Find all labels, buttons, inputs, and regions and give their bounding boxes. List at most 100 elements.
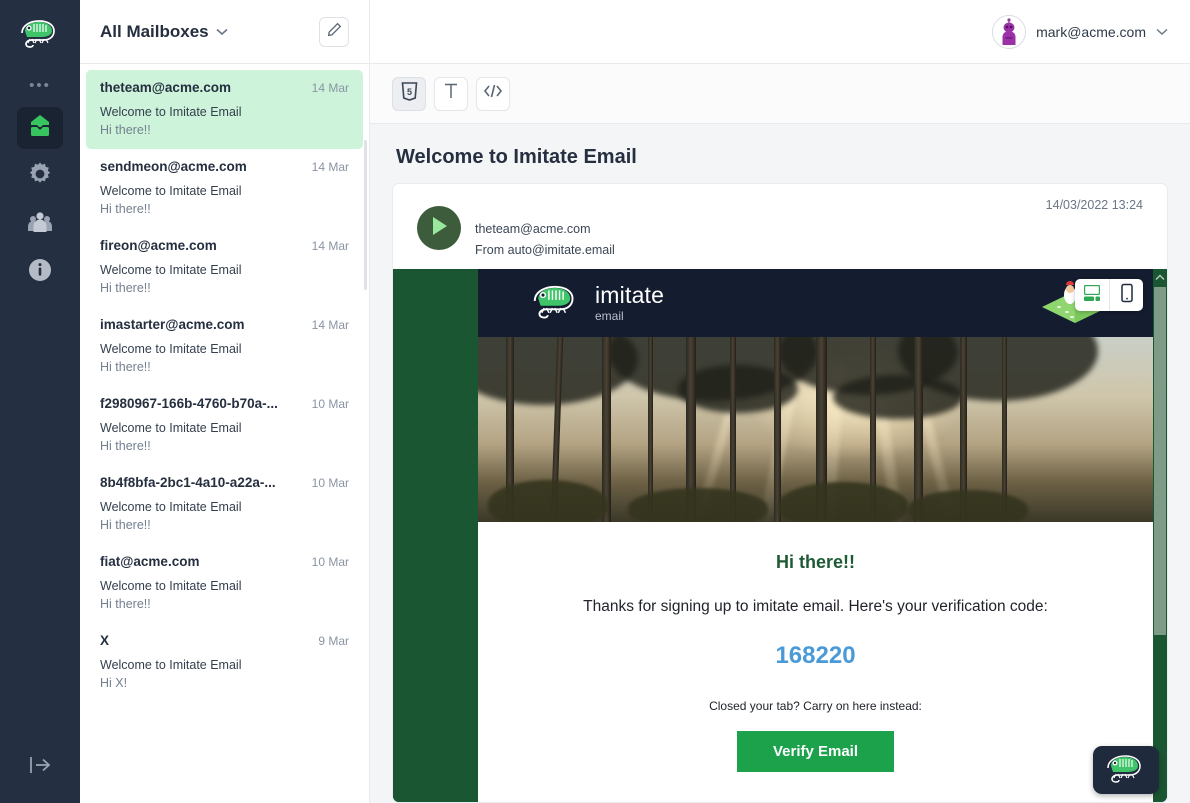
mail-list-scrollbar[interactable] bbox=[364, 140, 367, 290]
scroll-up-button[interactable] bbox=[1153, 269, 1167, 285]
view-mode-toggle bbox=[1075, 279, 1143, 311]
mail-list-header: All Mailboxes bbox=[80, 0, 369, 64]
mail-list-item[interactable]: X 9 Mar Welcome to Imitate Email Hi X! bbox=[80, 623, 369, 702]
mail-list-item[interactable]: f2980967-166b-4760-b70a-... 10 Mar Welcome… bbox=[80, 386, 369, 465]
text-view-button[interactable] bbox=[434, 76, 468, 111]
mail-item-preview: Hi there!! bbox=[100, 360, 151, 374]
mail-item-from: X bbox=[100, 633, 110, 648]
mail-item-top: imastarter@acme.com 14 Mar bbox=[100, 317, 349, 332]
email-greeting: Hi there!! bbox=[775, 552, 855, 572]
sidebar-item-team[interactable] bbox=[17, 203, 63, 245]
sidebar-item-info[interactable] bbox=[17, 251, 63, 293]
logout-button[interactable] bbox=[0, 754, 80, 781]
chameleon-widget-button[interactable] bbox=[1093, 746, 1159, 794]
mail-items: theteam@acme.com 14 Mar Welcome to Imitate… bbox=[80, 64, 369, 803]
sidebar-item-mailbox[interactable] bbox=[17, 107, 63, 149]
brand-sub: email bbox=[595, 309, 624, 323]
mail-item-top: fireon@acme.com 14 Mar bbox=[100, 238, 349, 253]
mail-item-top: sendmeon@acme.com 14 Mar bbox=[100, 159, 349, 174]
mobile-view-button[interactable] bbox=[1109, 279, 1143, 311]
top-bar: mark@acme.com bbox=[370, 0, 1190, 64]
inbox-icon bbox=[26, 113, 54, 144]
chameleon-logo[interactable] bbox=[17, 10, 63, 56]
mail-item-from: 8b4f8bfa-2bc1-4a10-a22a-... bbox=[100, 475, 276, 490]
mail-item-top: f2980967-166b-4760-b70a-... 10 Mar bbox=[100, 396, 349, 411]
email-intro: Thanks for signing up to imitate email. … bbox=[583, 598, 1048, 615]
mail-item-date: 10 Mar bbox=[311, 555, 349, 569]
mail-item-top: 8b4f8bfa-2bc1-4a10-a22a-... 10 Mar bbox=[100, 475, 349, 490]
play-triangle-icon bbox=[429, 215, 449, 242]
email-brand: imitate email bbox=[530, 282, 664, 325]
mail-item-top: theteam@acme.com 14 Mar bbox=[100, 80, 349, 95]
mail-list-item[interactable]: theteam@acme.com 14 Mar Welcome to Imitate… bbox=[86, 70, 363, 149]
message-to: theteam@acme.com bbox=[475, 222, 591, 236]
mail-list-item[interactable]: sendmeon@acme.com 14 Mar Welcome to Imitat… bbox=[80, 149, 369, 228]
html5-shield-icon: 5 bbox=[401, 81, 418, 106]
text-t-icon bbox=[443, 82, 459, 105]
email-canvas: imitate email Hi there!! Thanks for sign… bbox=[393, 269, 1153, 802]
user-menu[interactable]: mark@acme.com bbox=[992, 14, 1168, 49]
chameleon-logo bbox=[530, 282, 582, 325]
mail-item-subject: Welcome to Imitate Email bbox=[100, 184, 242, 198]
mobile-phone-icon bbox=[1120, 283, 1134, 308]
closed-tab-text: Closed your tab? Carry on here instead: bbox=[709, 699, 922, 713]
mail-list-item[interactable]: fireon@acme.com 14 Mar Welcome to Imitate … bbox=[80, 228, 369, 307]
mail-list-item[interactable]: 8b4f8bfa-2bc1-4a10-a22a-... 10 Mar Welcome… bbox=[80, 465, 369, 544]
mail-item-date: 10 Mar bbox=[311, 397, 349, 411]
verification-code: 168220 bbox=[775, 642, 856, 669]
email-preview-frame: imitate email Hi there!! Thanks for sign… bbox=[393, 269, 1167, 802]
email-wordmark: imitate email bbox=[595, 282, 665, 323]
svg-text:5: 5 bbox=[406, 87, 411, 97]
html-view-button[interactable]: 5 bbox=[392, 76, 426, 111]
subject-bar: Welcome to Imitate Email bbox=[370, 124, 1190, 183]
mail-item-date: 14 Mar bbox=[311, 318, 349, 332]
email-scrollbar[interactable] bbox=[1153, 269, 1167, 802]
mail-item-preview: Hi there!! bbox=[100, 123, 151, 137]
mail-item-date: 9 Mar bbox=[318, 634, 349, 648]
mail-list-item[interactable]: fiat@acme.com 10 Mar Welcome to Imitate Em… bbox=[80, 544, 369, 623]
mail-item-preview: Hi there!! bbox=[100, 518, 151, 532]
mail-item-date: 14 Mar bbox=[311, 239, 349, 253]
mail-item-subject: Welcome to Imitate Email bbox=[100, 421, 242, 435]
email-content: Hi there!! Thanks for signing up to imit… bbox=[478, 522, 1153, 772]
mailbox-label: All Mailboxes bbox=[100, 21, 209, 41]
mail-item-date: 14 Mar bbox=[311, 160, 349, 174]
mail-list-item[interactable]: imastarter@acme.com 14 Mar Welcome to Imit… bbox=[80, 307, 369, 386]
mail-item-subject: Welcome to Imitate Email bbox=[100, 263, 242, 277]
chevron-down-icon bbox=[1156, 23, 1168, 41]
gear-icon bbox=[27, 161, 53, 192]
mail-item-subject: Welcome to Imitate Email bbox=[100, 500, 242, 514]
sidebar-item-settings[interactable] bbox=[17, 155, 63, 197]
desktop-view-button[interactable] bbox=[1075, 279, 1109, 311]
email-document: imitate email Hi there!! Thanks for sign… bbox=[478, 269, 1153, 802]
app-root: ••• All Mailboxes theteam@acme.com 14 Ma… bbox=[0, 0, 1190, 803]
compose-button[interactable] bbox=[319, 16, 349, 47]
scrollbar-thumb[interactable] bbox=[1154, 287, 1166, 635]
info-icon bbox=[27, 257, 53, 288]
people-icon bbox=[26, 210, 54, 239]
message-meta: theteam@acme.com From auto@imitate.email… bbox=[393, 184, 1167, 269]
mail-item-top: X 9 Mar bbox=[100, 633, 349, 648]
brand-name: imitate bbox=[595, 282, 665, 308]
mail-item-preview: Hi there!! bbox=[100, 281, 151, 295]
avatar bbox=[992, 14, 1027, 49]
logout-arrow-icon bbox=[27, 754, 53, 781]
mail-item-preview: Hi there!! bbox=[100, 202, 151, 216]
left-rail: ••• bbox=[0, 0, 80, 803]
verify-email-button[interactable]: Verify Email bbox=[736, 731, 895, 772]
chevron-down-icon bbox=[216, 23, 228, 41]
mail-item-top: fiat@acme.com 10 Mar bbox=[100, 554, 349, 569]
mailbox-selector[interactable]: All Mailboxes bbox=[100, 22, 228, 42]
email-hero-image bbox=[478, 337, 1153, 522]
source-view-button[interactable] bbox=[476, 76, 510, 111]
pencil-icon bbox=[327, 22, 342, 42]
mail-item-from: fiat@acme.com bbox=[100, 554, 200, 569]
rail-nav bbox=[17, 107, 63, 293]
page-title: Welcome to Imitate Email bbox=[396, 146, 637, 168]
code-brackets-icon bbox=[483, 83, 503, 104]
rail-dots: ••• bbox=[29, 77, 51, 94]
view-toolbar: 5 bbox=[370, 64, 1190, 124]
user-email-label: mark@acme.com bbox=[1036, 23, 1146, 40]
chameleon-logo bbox=[1104, 752, 1148, 789]
sender-avatar bbox=[417, 206, 461, 250]
